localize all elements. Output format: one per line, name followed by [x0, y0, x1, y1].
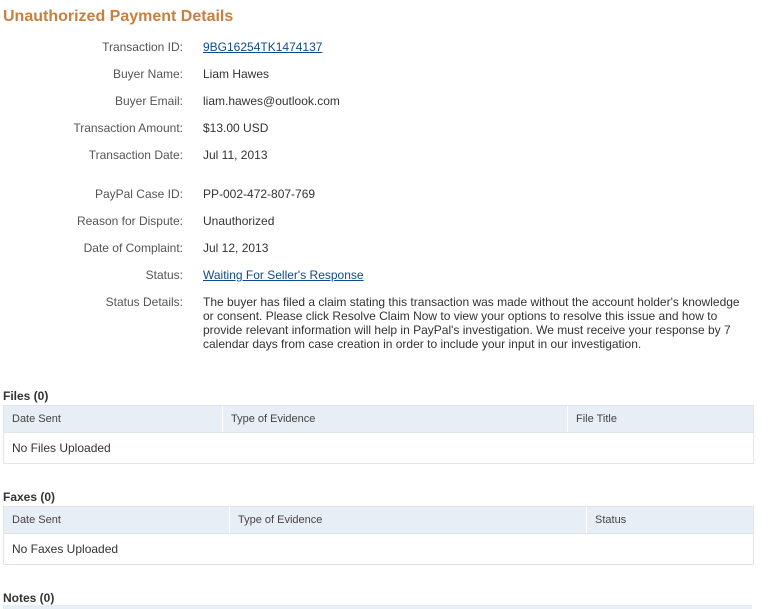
- status-label: Status:: [145, 268, 183, 282]
- notes-section-title: Notes (0): [3, 591, 55, 605]
- buyer-email-label: Buyer Email:: [114, 94, 183, 108]
- page-title: Unauthorized Payment Details: [3, 8, 234, 25]
- buyer-email-value: liam.hawes@outlook.com: [203, 94, 340, 108]
- faxes-col-evidence-type: Type of Evidence: [229, 507, 586, 533]
- dispute-reason-label: Reason for Dispute:: [76, 214, 183, 228]
- files-table-header: Date Sent Type of Evidence File Title: [4, 406, 753, 433]
- status-details-text: The buyer has filed a claim stating this…: [203, 295, 740, 351]
- files-col-file-title: File Title: [567, 406, 753, 432]
- complaint-date-label: Date of Complaint:: [83, 241, 183, 255]
- case-id-value: PP-002-472-807-769: [203, 187, 316, 201]
- faxes-table: Date Sent Type of Evidence Status No Fax…: [3, 506, 754, 565]
- status-details-label: Status Details:: [105, 295, 183, 309]
- buyer-name-value: Liam Hawes: [203, 67, 270, 81]
- case-id-label: PayPal Case ID:: [94, 187, 183, 201]
- faxes-empty-message: No Faxes Uploaded: [12, 542, 119, 556]
- transaction-amount-value: $13.00 USD: [203, 121, 269, 135]
- faxes-section-title: Faxes (0): [3, 490, 56, 504]
- faxes-table-header: Date Sent Type of Evidence Status: [4, 507, 753, 534]
- dispute-reason-value: Unauthorized: [203, 214, 275, 228]
- notes-table-header-edge: [3, 605, 752, 609]
- faxes-col-date-sent: Date Sent: [12, 514, 61, 526]
- transaction-date-label: Transaction Date:: [88, 148, 183, 162]
- files-section-title: Files (0): [3, 389, 49, 403]
- transaction-id-label: Transaction ID:: [102, 40, 183, 54]
- faxes-col-status: Status: [586, 507, 753, 533]
- transaction-id-link[interactable]: 9BG16254TK1474137: [203, 40, 322, 54]
- complaint-date-value: Jul 12, 2013: [203, 241, 269, 255]
- files-col-evidence-type: Type of Evidence: [222, 406, 567, 432]
- files-col-date-sent: Date Sent: [12, 413, 61, 425]
- status-link[interactable]: Waiting For Seller's Response: [203, 268, 364, 282]
- files-empty-message: No Files Uploaded: [12, 441, 111, 455]
- buyer-name-label: Buyer Name:: [112, 67, 183, 81]
- transaction-date-value: Jul 11, 2013: [203, 148, 268, 162]
- transaction-amount-label: Transaction Amount:: [73, 121, 183, 135]
- files-table: Date Sent Type of Evidence File Title No…: [3, 405, 754, 464]
